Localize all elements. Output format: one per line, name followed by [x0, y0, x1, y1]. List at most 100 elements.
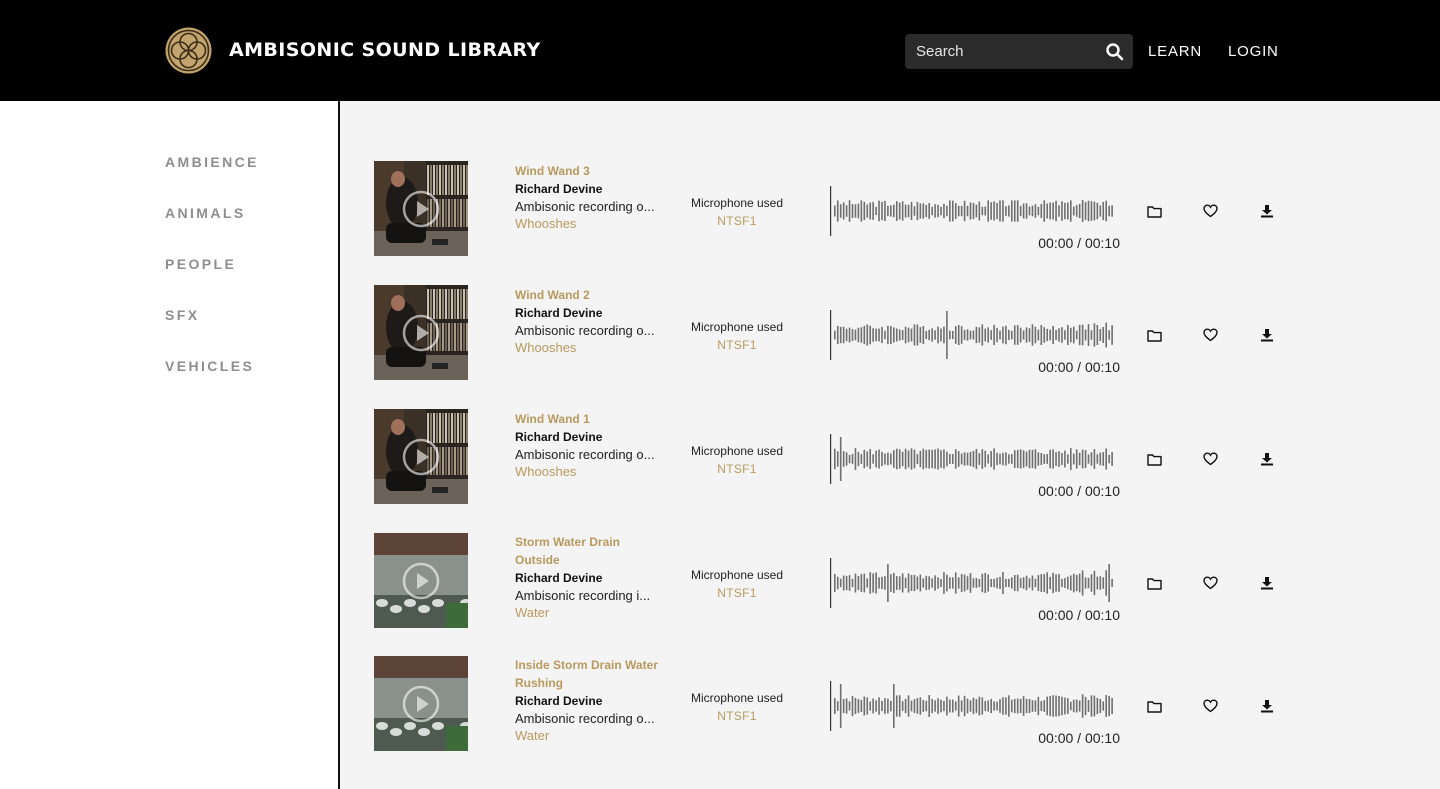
- folder-icon: [1147, 205, 1162, 218]
- site-title[interactable]: AMBISONIC SOUND LIBRARY: [229, 39, 541, 61]
- track-title[interactable]: Wind Wand 1: [515, 410, 665, 428]
- track-category[interactable]: Water: [515, 605, 665, 620]
- folder-icon: [1147, 700, 1162, 713]
- track-info: Wind Wand 3 Richard Devine Ambisonic rec…: [515, 162, 665, 231]
- play-icon[interactable]: [402, 438, 440, 476]
- download-button[interactable]: [1256, 200, 1278, 222]
- track-author: Richard Devine: [515, 304, 665, 322]
- folder-button[interactable]: [1143, 200, 1165, 222]
- download-button[interactable]: [1256, 448, 1278, 470]
- download-icon: [1260, 576, 1274, 590]
- track-row: Wind Wand 3 Richard Devine Ambisonic rec…: [342, 161, 1440, 271]
- microphone-label: Microphone used: [672, 689, 802, 707]
- track-category[interactable]: Whooshes: [515, 464, 665, 479]
- microphone-name: NTSF1: [672, 460, 802, 478]
- playhead: [830, 310, 831, 360]
- download-button[interactable]: [1256, 324, 1278, 346]
- waveform[interactable]: [830, 310, 1118, 360]
- waveform[interactable]: [830, 681, 1118, 731]
- track-title[interactable]: Wind Wand 3: [515, 162, 665, 180]
- track-thumbnail[interactable]: [374, 285, 468, 380]
- playback-time: 00:00 / 00:10: [1030, 235, 1120, 251]
- microphone-name: NTSF1: [672, 584, 802, 602]
- search-box: [905, 34, 1133, 69]
- favorite-button[interactable]: [1199, 324, 1221, 346]
- track-info: Wind Wand 1 Richard Devine Ambisonic rec…: [515, 410, 665, 479]
- track-category[interactable]: Whooshes: [515, 340, 665, 355]
- playhead: [830, 681, 831, 731]
- search-input[interactable]: [905, 34, 1095, 69]
- folder-icon: [1147, 329, 1162, 342]
- track-thumbnail[interactable]: [374, 656, 468, 751]
- download-icon: [1260, 699, 1274, 713]
- waveform[interactable]: [830, 558, 1118, 608]
- sidebar-item-sfx[interactable]: SFX: [165, 307, 199, 323]
- logo-icon[interactable]: [165, 27, 212, 74]
- microphone-name: NTSF1: [672, 212, 802, 230]
- playback-time: 00:00 / 00:10: [1030, 730, 1120, 746]
- download-icon: [1260, 452, 1274, 466]
- microphone-label: Microphone used: [672, 194, 802, 212]
- playback-time: 00:00 / 00:10: [1030, 483, 1120, 499]
- favorite-button[interactable]: [1199, 200, 1221, 222]
- track-info: Inside Storm Drain Water Rushing Richard…: [515, 656, 665, 743]
- track-row: Storm Water Drain Outside Richard Devine…: [342, 533, 1440, 643]
- play-icon[interactable]: [402, 685, 440, 723]
- waveform[interactable]: [830, 186, 1118, 236]
- folder-icon: [1147, 577, 1162, 590]
- play-icon[interactable]: [402, 190, 440, 228]
- heart-icon: [1203, 699, 1218, 713]
- nav-login-link[interactable]: LOGIN: [1228, 43, 1279, 60]
- download-button[interactable]: [1256, 695, 1278, 717]
- microphone-info: Microphone used NTSF1: [672, 194, 802, 230]
- track-author: Richard Devine: [515, 180, 665, 198]
- folder-button[interactable]: [1143, 448, 1165, 470]
- track-row: Wind Wand 1 Richard Devine Ambisonic rec…: [342, 409, 1440, 519]
- playhead: [830, 558, 831, 608]
- play-icon[interactable]: [402, 314, 440, 352]
- waveform[interactable]: [830, 434, 1118, 484]
- microphone-info: Microphone used NTSF1: [672, 318, 802, 354]
- track-title[interactable]: Storm Water Drain Outside: [515, 533, 665, 569]
- track-title[interactable]: Wind Wand 2: [515, 286, 665, 304]
- track-info: Storm Water Drain Outside Richard Devine…: [515, 533, 665, 620]
- track-author: Richard Devine: [515, 428, 665, 446]
- folder-button[interactable]: [1143, 572, 1165, 594]
- heart-icon: [1203, 576, 1218, 590]
- favorite-button[interactable]: [1199, 572, 1221, 594]
- favorite-button[interactable]: [1199, 448, 1221, 470]
- track-thumbnail[interactable]: [374, 161, 468, 256]
- play-icon[interactable]: [402, 562, 440, 600]
- track-category[interactable]: Whooshes: [515, 216, 665, 231]
- track-author: Richard Devine: [515, 569, 665, 587]
- sidebar-item-people[interactable]: PEOPLE: [165, 256, 236, 272]
- folder-button[interactable]: [1143, 695, 1165, 717]
- nav-learn-link[interactable]: LEARN: [1148, 43, 1202, 60]
- download-button[interactable]: [1256, 572, 1278, 594]
- track-category[interactable]: Water: [515, 728, 665, 743]
- track-description: Ambisonic recording o...: [515, 198, 657, 216]
- search-icon[interactable]: [1105, 42, 1125, 62]
- playhead: [830, 434, 831, 484]
- microphone-label: Microphone used: [672, 442, 802, 460]
- site-header: AMBISONIC SOUND LIBRARY LEARN LOGIN: [0, 0, 1440, 101]
- track-thumbnail[interactable]: [374, 533, 468, 628]
- track-description: Ambisonic recording o...: [515, 710, 657, 728]
- microphone-name: NTSF1: [672, 336, 802, 354]
- folder-icon: [1147, 453, 1162, 466]
- heart-icon: [1203, 452, 1218, 466]
- microphone-name: NTSF1: [672, 707, 802, 725]
- sidebar-item-vehicles[interactable]: VEHICLES: [165, 358, 254, 374]
- heart-icon: [1203, 328, 1218, 342]
- sidebar-item-ambience[interactable]: AMBIENCE: [165, 154, 259, 170]
- microphone-label: Microphone used: [672, 566, 802, 584]
- sidebar-item-animals[interactable]: ANIMALS: [165, 205, 246, 221]
- microphone-info: Microphone used NTSF1: [672, 689, 802, 725]
- track-thumbnail[interactable]: [374, 409, 468, 504]
- folder-button[interactable]: [1143, 324, 1165, 346]
- track-row: Wind Wand 2 Richard Devine Ambisonic rec…: [342, 285, 1440, 395]
- playhead: [830, 186, 831, 236]
- favorite-button[interactable]: [1199, 695, 1221, 717]
- track-title[interactable]: Inside Storm Drain Water Rushing: [515, 656, 665, 692]
- track-description: Ambisonic recording o...: [515, 322, 657, 340]
